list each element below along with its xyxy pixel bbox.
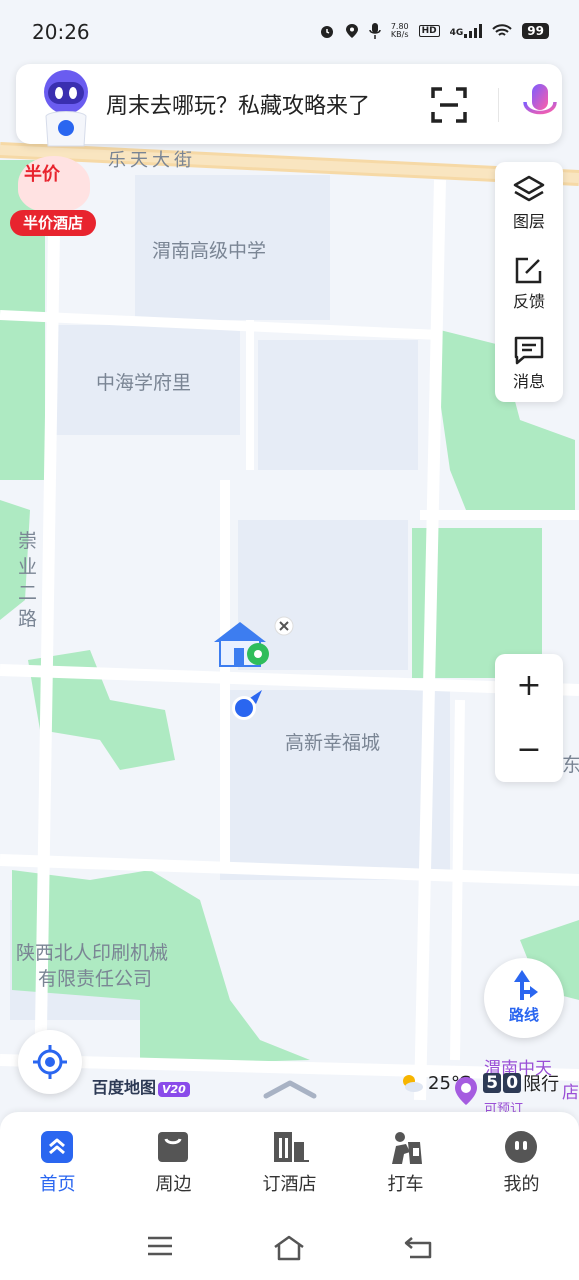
poi-pin-icon[interactable] (454, 1076, 478, 1106)
home-icon[interactable] (272, 1234, 306, 1262)
wifi-icon (492, 24, 513, 36)
current-location-icon (232, 690, 262, 720)
edge-label: 东 (562, 754, 579, 776)
status-time: 20:26 (32, 20, 90, 44)
zoom-in-button[interactable]: + (495, 654, 563, 718)
layers-button[interactable]: 图层 (495, 162, 563, 242)
net-speed: 7.80 KB/s (390, 22, 409, 39)
promo-label: 半价酒店 (10, 210, 96, 236)
voice-search-icon[interactable] (520, 82, 560, 126)
poi-label-residential-1[interactable]: 中海学府里 (96, 368, 191, 395)
feedback-button[interactable]: 反馈 (495, 242, 563, 322)
route-label: 路线 (508, 1006, 539, 1024)
battery-indicator: 99 (522, 23, 549, 39)
zoom-controls: + − (495, 654, 563, 782)
locate-me-button[interactable] (18, 1030, 82, 1094)
hotel-tab-icon (274, 1132, 309, 1162)
traffic-restriction[interactable]: 5 0 限行 (483, 1070, 559, 1096)
nav-home[interactable]: 首页 (0, 1112, 115, 1216)
status-icons: 7.80 KB/s HD 4G 99 (319, 22, 549, 40)
status-bar: 20:26 7.80 KB/s HD 4G 99 (0, 0, 579, 62)
home-tab-icon (41, 1131, 73, 1163)
profile-tab-icon (505, 1131, 537, 1163)
search-placeholder[interactable]: 周末去哪玩？私藏攻略来了 (106, 88, 370, 120)
bottom-navigation: 首页 周边 订酒店 打车 我的 (0, 1112, 579, 1216)
nearby-tab-icon (158, 1132, 188, 1162)
poi-label-company-line2[interactable]: 有限责任公司 (38, 964, 152, 991)
map-tool-panel: 图层 反馈 消息 (495, 162, 563, 402)
zoom-out-button[interactable]: − (495, 718, 563, 782)
crosshair-icon (33, 1045, 67, 1079)
nav-taxi[interactable]: 打车 (348, 1112, 463, 1216)
chevron-up-icon[interactable] (262, 1078, 318, 1100)
signal-icon: 4G (450, 24, 483, 38)
nav-profile[interactable]: 我的 (464, 1112, 579, 1216)
baidu-map-logo: 百度地图 V20 (92, 1074, 190, 1098)
location-pin-icon (345, 24, 358, 38)
system-navigation-bar (0, 1216, 579, 1280)
poi-label-school[interactable]: 渭南高级中学 (152, 236, 266, 263)
street-label-letian: 乐天大街 (108, 150, 196, 171)
nav-hotel[interactable]: 订酒店 (232, 1112, 347, 1216)
poi-label-company-line1[interactable]: 陕西北人印刷机械 (16, 938, 168, 965)
messages-button[interactable]: 消息 (495, 322, 563, 402)
partly-cloudy-icon (403, 1075, 423, 1092)
microphone-status-icon (369, 23, 381, 39)
half-price-hotel-promo[interactable]: 半价 半价酒店 (10, 154, 96, 238)
scan-icon[interactable] (430, 86, 468, 124)
hd-badge: HD (418, 25, 440, 37)
route-arrow-icon (514, 970, 538, 1000)
alarm-icon (320, 26, 333, 38)
message-icon (514, 336, 544, 365)
taxi-tab-icon (392, 1132, 422, 1164)
menu-icon[interactable] (146, 1234, 174, 1258)
back-icon[interactable] (402, 1234, 434, 1260)
route-button[interactable]: 路线 (484, 958, 564, 1038)
weather-info[interactable]: 25℃ 5 0 限行 (400, 1070, 559, 1096)
poi-label-residential-2[interactable]: 高新幸福城 (285, 728, 380, 755)
layers-icon (513, 175, 545, 202)
street-label-chongye: 崇业二路 (18, 530, 38, 630)
assistant-robot-icon[interactable] (34, 68, 98, 152)
edit-icon (515, 257, 542, 284)
promo-badge: 半价 (24, 164, 60, 185)
search-divider (498, 88, 499, 122)
poi-label-shop: 店 (562, 1083, 579, 1103)
home-marker-icon[interactable] (210, 616, 302, 676)
nav-nearby[interactable]: 周边 (116, 1112, 231, 1216)
